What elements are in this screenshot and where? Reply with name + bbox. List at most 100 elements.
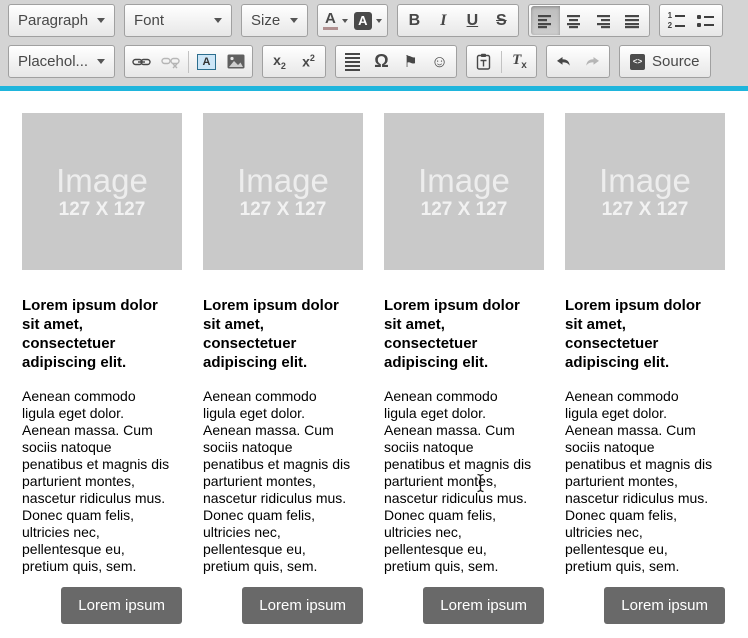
- column-button[interactable]: Lorem ipsum: [423, 587, 544, 624]
- subscript-button[interactable]: x2: [265, 47, 294, 76]
- redo-button[interactable]: [578, 47, 607, 76]
- special-character-button[interactable]: Ω: [367, 47, 396, 76]
- editor-window: Paragraph Font Size A A: [0, 0, 748, 638]
- link-button[interactable]: [127, 47, 156, 76]
- boxed-a-icon: A: [197, 54, 216, 70]
- image-icon: [227, 54, 245, 69]
- dropdown-arrow-icon: [214, 18, 222, 23]
- source-icon: <>: [630, 54, 645, 70]
- remove-format-button[interactable]: Tx: [505, 47, 534, 76]
- column-heading[interactable]: Lorem ipsum dolorsit amet,consectetuerad…: [384, 296, 544, 372]
- content-column: Image 127 X 127 Lorem ipsum dolorsit ame…: [22, 113, 182, 638]
- column-button-row: Lorem ipsum: [203, 587, 363, 624]
- align-right-button[interactable]: [589, 6, 618, 35]
- paragraph-format-combo[interactable]: Paragraph: [8, 4, 115, 37]
- font-name-label: Font: [134, 12, 208, 29]
- column-heading[interactable]: Lorem ipsum dolorsit amet,consectetuerad…: [22, 296, 182, 372]
- image-placeholder-size: 127 X 127: [421, 199, 508, 221]
- align-left-button[interactable]: [531, 6, 560, 35]
- anchor-flag-icon: ⚑: [403, 52, 417, 72]
- font-name-combo[interactable]: Font: [124, 4, 232, 37]
- align-justify-button[interactable]: [618, 6, 647, 35]
- source-button-label: Source: [652, 53, 700, 70]
- column-heading[interactable]: Lorem ipsum dolorsit amet,consectetuerad…: [565, 296, 725, 372]
- paste-text-icon: [476, 53, 491, 70]
- column-button[interactable]: Lorem ipsum: [61, 587, 182, 624]
- basic-styles-group: B I U S: [397, 4, 519, 37]
- color-group: A A: [317, 4, 388, 37]
- image-placeholder-label: Image: [599, 163, 691, 199]
- bulleted-list-button[interactable]: [691, 6, 720, 35]
- superscript-button[interactable]: x2: [294, 47, 323, 76]
- align-center-button[interactable]: [560, 6, 589, 35]
- placeholder-combo[interactable]: Placehol...: [8, 45, 115, 78]
- smiley-button[interactable]: ☺: [425, 47, 454, 76]
- image-placeholder[interactable]: Image 127 X 127: [384, 113, 544, 270]
- dropdown-arrow-icon: [342, 19, 348, 23]
- image-placeholder-size: 127 X 127: [602, 199, 689, 221]
- image-placeholder[interactable]: Image 127 X 127: [22, 113, 182, 270]
- column-button-row: Lorem ipsum: [384, 587, 544, 624]
- column-body[interactable]: Aenean commodoligula eget dolor.Aenean m…: [384, 388, 562, 575]
- source-button[interactable]: <> Source: [619, 45, 711, 78]
- toolbar-row-1: Paragraph Font Size A A: [8, 4, 740, 37]
- horizontal-rule-button[interactable]: [338, 47, 367, 76]
- image-placeholder-label: Image: [56, 163, 148, 199]
- link-icon: [132, 56, 151, 68]
- align-left-icon: [537, 13, 553, 29]
- numbered-list-icon: 1 2: [668, 13, 685, 29]
- underline-icon: U: [467, 12, 479, 30]
- dropdown-arrow-icon: [97, 18, 105, 23]
- redo-icon: [584, 55, 601, 69]
- unlink-button[interactable]: [156, 47, 185, 76]
- insert-group: Ω ⚑ ☺: [335, 45, 457, 78]
- editor-content-area[interactable]: Image 127 X 127 Lorem ipsum dolorsit ame…: [0, 91, 748, 638]
- bold-icon: B: [409, 12, 421, 30]
- italic-button[interactable]: I: [429, 6, 458, 35]
- special-character-icon: Ω: [374, 51, 388, 72]
- column-button[interactable]: Lorem ipsum: [604, 587, 725, 624]
- boxed-a-button[interactable]: A: [192, 47, 221, 76]
- align-center-icon: [566, 13, 582, 29]
- background-color-icon: A: [354, 12, 372, 30]
- bulleted-list-icon: [697, 15, 714, 27]
- dropdown-arrow-icon: [97, 59, 105, 64]
- editor-toolbar: Paragraph Font Size A A: [0, 0, 748, 86]
- dropdown-arrow-icon: [376, 19, 382, 23]
- paste-text-button[interactable]: [469, 47, 498, 76]
- numbered-list-button[interactable]: 1 2: [662, 6, 691, 35]
- undo-redo-group: [546, 45, 610, 78]
- horizontal-rule-icon: [345, 53, 360, 71]
- strikethrough-icon: S: [496, 12, 507, 30]
- undo-icon: [555, 55, 572, 69]
- column-heading[interactable]: Lorem ipsum dolorsit amet,consectetuerad…: [203, 296, 363, 372]
- column-body[interactable]: Aenean commodoligula eget dolor.Aenean m…: [22, 388, 200, 575]
- background-color-button[interactable]: A: [351, 6, 385, 35]
- toolbar-separator: [501, 51, 502, 73]
- font-size-combo[interactable]: Size: [241, 4, 308, 37]
- list-group: 1 2: [659, 4, 723, 37]
- align-right-icon: [595, 13, 611, 29]
- image-placeholder[interactable]: Image 127 X 127: [203, 113, 363, 270]
- column-button[interactable]: Lorem ipsum: [242, 587, 363, 624]
- underline-button[interactable]: U: [458, 6, 487, 35]
- column-body[interactable]: Aenean commodoligula eget dolor.Aenean m…: [203, 388, 381, 575]
- toolbar-row-2: Placehol...: [8, 45, 740, 78]
- placeholder-combo-label: Placehol...: [18, 53, 91, 70]
- link-image-group: A: [124, 45, 253, 78]
- bold-button[interactable]: B: [400, 6, 429, 35]
- image-button[interactable]: [221, 47, 250, 76]
- toolbar-separator: [188, 51, 189, 73]
- column-body[interactable]: Aenean commodoligula eget dolor.Aenean m…: [565, 388, 743, 575]
- image-placeholder[interactable]: Image 127 X 127: [565, 113, 725, 270]
- strikethrough-button[interactable]: S: [487, 6, 516, 35]
- column-button-row: Lorem ipsum: [22, 587, 182, 624]
- font-size-label: Size: [251, 12, 284, 29]
- text-color-icon: A: [323, 11, 338, 30]
- undo-button[interactable]: [549, 47, 578, 76]
- anchor-button[interactable]: ⚑: [396, 47, 425, 76]
- column-button-row: Lorem ipsum: [565, 587, 725, 624]
- image-placeholder-label: Image: [237, 163, 329, 199]
- image-placeholder-size: 127 X 127: [59, 199, 146, 221]
- text-color-button[interactable]: A: [320, 6, 351, 35]
